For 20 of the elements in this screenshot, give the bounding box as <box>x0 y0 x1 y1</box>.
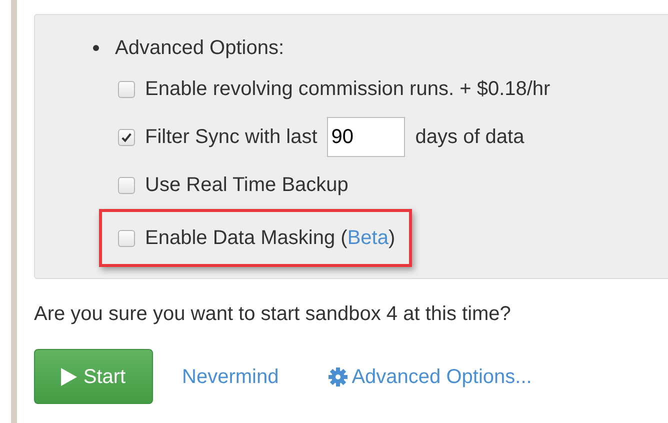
checkmark-icon <box>121 132 132 142</box>
checkbox[interactable] <box>118 230 135 246</box>
advanced-options-link[interactable]: Advanced Options... <box>328 362 532 392</box>
option-label: Enable revolving commission runs. + $0.18/hr <box>145 77 550 102</box>
gear-icon <box>328 366 348 386</box>
option-label: Filter Sync with last <box>145 125 318 150</box>
option-label: Enable Data Masking (Beta) <box>145 226 396 251</box>
options-heading: Advanced Options: <box>115 36 284 61</box>
checkbox[interactable] <box>118 128 135 146</box>
start-button[interactable]: Start <box>34 349 153 404</box>
checkbox[interactable] <box>118 80 135 98</box>
days-input[interactable]: 90 <box>327 117 406 157</box>
bullet-icon <box>93 45 99 51</box>
option-label: days of data <box>415 125 524 150</box>
play-icon <box>61 368 78 386</box>
beta-link[interactable]: Beta <box>347 227 388 249</box>
confirm-question: Are you sure you want to start sandbox 4 at this time? <box>34 302 512 327</box>
checkbox[interactable] <box>118 176 135 194</box>
nevermind-link[interactable]: Nevermind <box>182 362 279 392</box>
option-label: Use Real Time Backup <box>145 173 348 198</box>
